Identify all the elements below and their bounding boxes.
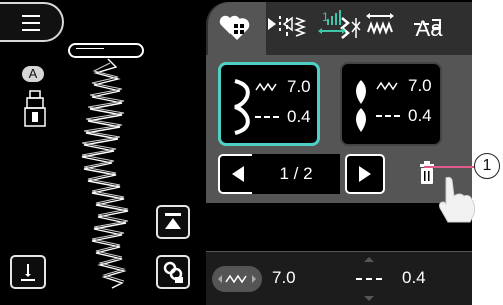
image-icon — [163, 261, 183, 283]
triangle-left-icon — [232, 166, 244, 182]
next-page-button[interactable] — [345, 154, 385, 194]
needle-up-icon — [165, 213, 181, 229]
stitch-card-selected[interactable]: 7.0 0.4 — [218, 62, 320, 146]
bottom-length-value: 0.4 — [402, 268, 426, 287]
density-icon: 1 — [318, 10, 346, 34]
width-icon — [376, 81, 398, 91]
length-up-icon — [364, 257, 374, 262]
stitch-pattern-icon — [356, 80, 366, 132]
mirror-icon — [268, 16, 293, 32]
mirror-button[interactable] — [260, 6, 300, 42]
menu-button[interactable] — [0, 2, 64, 42]
heart-plus-icon — [219, 15, 244, 34]
length-adjust-key[interactable] — [352, 254, 386, 304]
presser-foot-icon — [24, 90, 46, 127]
pointing-finger-icon — [439, 176, 476, 223]
page-indicator: 1 / 2 — [252, 154, 340, 194]
sewing-machine-screen: A Aa 7.0 0.4 7.0 0.4 1 / 2 1 7.0 0.4 — [0, 0, 472, 305]
callout-number: 1 — [474, 153, 500, 179]
width-adjust-key[interactable] — [212, 266, 262, 292]
stitch-width-value: 7.0 — [408, 76, 432, 95]
elongation-button[interactable] — [360, 6, 400, 42]
density-button[interactable]: 1 — [312, 6, 352, 42]
image-key-button[interactable] — [156, 255, 190, 289]
stitch-length-value: 0.4 — [287, 107, 311, 126]
elongation-icon — [366, 13, 394, 35]
bottom-width-value: 7.0 — [272, 268, 296, 287]
presser-foot-letter: A — [22, 66, 44, 82]
stitch-width-value: 7.0 — [287, 77, 311, 96]
stitch-connect-icon — [414, 19, 441, 29]
length-down-icon — [364, 296, 374, 301]
length-icon — [255, 116, 279, 118]
zigzag-width-icon — [218, 274, 256, 284]
stitch-preview — [81, 58, 129, 289]
callout-line — [424, 166, 478, 168]
length-icon — [376, 115, 400, 117]
stitch-length-value: 0.4 — [408, 106, 432, 125]
triangle-right-icon — [359, 166, 371, 182]
width-icon — [255, 82, 277, 92]
stitch-card[interactable]: 7.0 0.4 — [340, 62, 442, 146]
needle-position-button[interactable] — [10, 255, 46, 289]
needle-stop-icon — [21, 264, 35, 281]
needle-up-down-button[interactable] — [156, 205, 190, 239]
more-tools-button[interactable] — [408, 6, 448, 42]
add-favorite-button[interactable] — [212, 6, 252, 42]
menu-icon — [22, 15, 40, 17]
